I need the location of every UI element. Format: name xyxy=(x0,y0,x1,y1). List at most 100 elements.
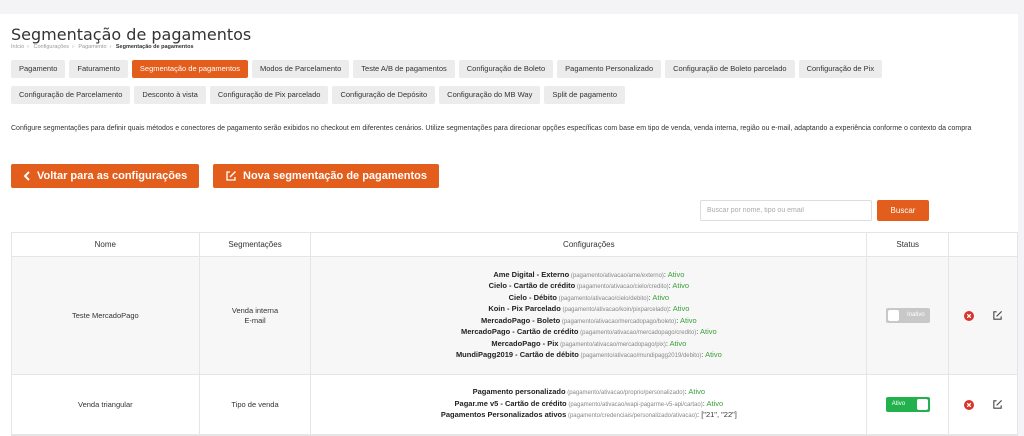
configuration-name: Ame Digital - Externo xyxy=(493,269,570,279)
configuration-name: Pagar.me v5 - Cartão de crédito xyxy=(454,398,567,408)
edit-icon[interactable] xyxy=(992,399,1003,410)
configuration-name: MercadoPago - Boleto xyxy=(480,315,561,325)
segmentation-table: Nome Segmentações Configurações Status T… xyxy=(11,232,1018,436)
configuration-line: Ame Digital - Externo (pagamento/ativaca… xyxy=(493,270,684,282)
search-input[interactable] xyxy=(700,200,872,221)
row-configurations: Pagamento personalizado (pagamento/ativa… xyxy=(311,375,868,434)
breadcrumb-item[interactable]: Início xyxy=(11,44,24,50)
header-actions xyxy=(949,233,1017,256)
configuration-name: Cielo - Débito xyxy=(508,292,557,302)
tab-configuracao-de-pix[interactable]: Configuração de Pix xyxy=(798,60,883,78)
configuration-status: Ativo xyxy=(688,387,706,397)
back-to-settings-label: Voltar para as configurações xyxy=(37,170,188,182)
segmentation-item: E-mail xyxy=(244,315,266,325)
edit-icon[interactable] xyxy=(992,310,1003,321)
breadcrumb-item[interactable]: Configurações xyxy=(34,44,69,50)
tab-faturamento[interactable]: Faturamento xyxy=(69,60,128,78)
configuration-path: (pagamento/ativacao/mercadopago/pix) xyxy=(558,341,666,348)
configuration-status: Ativo xyxy=(652,292,670,302)
configuration-status: Ativo xyxy=(705,350,722,359)
configuration-line: Pagar.me v5 - Cartão de crédito (pagamen… xyxy=(455,399,724,411)
page-description: Configure segmentações para definir quai… xyxy=(11,125,972,132)
breadcrumb-item[interactable]: Pagamento xyxy=(78,44,106,50)
tab-pagamento[interactable]: Pagamento xyxy=(11,60,66,78)
configuration-line: Cielo - Débito (pagamento/ativacao/cielo… xyxy=(509,293,670,305)
configuration-line: MercadoPago - Boleto (pagamento/ativacao… xyxy=(481,316,697,328)
row-segmentations: Tipo de venda xyxy=(200,375,312,434)
configuration-name: Pagamentos Personalizados ativos xyxy=(440,410,567,420)
row-name: Venda triangular xyxy=(12,375,200,434)
configuration-path: (pagamento/ativacao/mercadopago/boleto) xyxy=(560,318,677,325)
configuration-status: Ativo xyxy=(672,304,690,313)
table-body: Teste MercadoPago Venda interna E-mail Ame … xyxy=(12,257,1017,435)
row-segmentations: Venda interna E-mail xyxy=(200,257,312,374)
tab-configuracao-de-deposito[interactable]: Configuração de Depósito xyxy=(332,86,436,104)
configuration-name: Pagamento personalizado xyxy=(472,387,566,397)
edit-square-icon xyxy=(225,170,237,182)
breadcrumb-current: Segmentação de pagamentos xyxy=(115,44,194,50)
tab-configuracao-de-boleto-parcelado[interactable]: Configuração de Boleto parcelado xyxy=(665,60,795,78)
status-toggle[interactable]: Ativo xyxy=(885,397,930,412)
header-segmentacoes: Segmentações xyxy=(200,233,312,256)
tab-configuracao-de-parcelamento[interactable]: Configuração de Parcelamento xyxy=(11,86,131,104)
status-toggle[interactable]: Inativo xyxy=(885,308,930,323)
configuration-status: Ativo xyxy=(700,327,717,336)
breadcrumb: Início › Configurações › Pagamento › Segmen… xyxy=(11,44,194,50)
configuration-line: Pagamento personalizado (pagamento/ativa… xyxy=(473,387,705,399)
back-to-settings-button[interactable]: Voltar para as configurações xyxy=(11,164,200,188)
row-status: Inativo xyxy=(867,257,950,374)
configuration-path: (pagamento/ativacao/proprio/personalizad… xyxy=(565,390,685,397)
new-segmentation-button[interactable]: Nova segmentação de pagamentos xyxy=(213,164,440,188)
configuration-line: MercadoPago - Pix (pagamento/ativacao/me… xyxy=(491,339,686,351)
configuration-status: Ativo xyxy=(680,315,697,325)
header-configuracoes: Configurações xyxy=(311,233,868,256)
table-row: Venda triangular Tipo de venda Pagamento p… xyxy=(12,375,1017,435)
configuration-status: Ativo xyxy=(672,281,690,290)
configuration-name: MundiPagg2019 - Cartão de débito xyxy=(455,350,579,359)
row-configurations: Ame Digital - Externo (pagamento/ativaca… xyxy=(311,257,868,374)
row-name: Teste MercadoPago xyxy=(12,257,200,374)
segmentation-item: Venda interna xyxy=(231,305,279,315)
header-status: Status xyxy=(867,233,950,256)
table-header: Nome Segmentações Configurações Status xyxy=(12,233,1017,257)
toggle-knob xyxy=(916,399,928,410)
configuration-path: (pagamento/ativacao/wapi-pagarme-v5-api/… xyxy=(566,401,703,408)
configuration-name: Koin - Pix Parcelado xyxy=(488,304,561,313)
search-button[interactable]: Buscar xyxy=(877,200,929,221)
tab-configuracao-de-boleto[interactable]: Configuração de Boleto xyxy=(458,60,554,78)
configuration-path: (pagamento/ativacao/koin/pixparcelado) xyxy=(560,307,669,313)
tab-pagamento-personalizado[interactable]: Pagamento Personalizado xyxy=(557,60,662,78)
configuration-path: (pagamento/ativacao/mundipagg2019/debito… xyxy=(578,353,702,359)
status-toggle-label: Ativo xyxy=(891,401,906,407)
delete-icon[interactable] xyxy=(963,399,974,410)
configuration-value: ["21", "22"] xyxy=(701,410,737,420)
tab-modos-de-parcelamento[interactable]: Modos de Parcelamento xyxy=(251,60,350,78)
configuration-path: (pagamento/ativacao/ame/externo) xyxy=(569,272,664,279)
configuration-name: MercadoPago - Cartão de crédito xyxy=(460,327,579,336)
header-nome: Nome xyxy=(12,233,200,256)
configuration-line: MundiPagg2019 - Cartão de débito (pagame… xyxy=(456,350,722,362)
tab-teste-a-b-de-pagamentos[interactable]: Teste A/B de pagamentos xyxy=(353,60,455,78)
configuration-line: Pagamentos Personalizados ativos (pagame… xyxy=(441,410,737,422)
configuration-line: Cielo - Cartão de crédito (pagamento/ati… xyxy=(489,281,690,293)
configuration-name: MercadoPago - Pix xyxy=(491,338,559,348)
table-row: Teste MercadoPago Venda interna E-mail Ame … xyxy=(12,257,1017,375)
tab-split-de-pagamento[interactable]: Split de pagamento xyxy=(544,86,625,104)
configuration-name: Cielo - Cartão de crédito xyxy=(488,281,576,290)
delete-icon[interactable] xyxy=(963,310,974,321)
tab-segmentacao-de-pagamentos[interactable]: Segmentação de pagamentos xyxy=(131,60,248,78)
row-status: Ativo xyxy=(867,375,950,434)
configuration-line: MercadoPago - Cartão de crédito (pagamen… xyxy=(461,327,717,339)
configuration-status: Ativo xyxy=(667,269,685,279)
tab-configuracao-de-pix-parcelado[interactable]: Configuração de Pix parcelado xyxy=(209,86,329,104)
status-toggle-label: Inativo xyxy=(907,312,925,318)
row-actions xyxy=(949,375,1017,434)
chevron-left-icon xyxy=(23,171,31,181)
tabs-row-2: Configuração de Parcelamento Desconto à v… xyxy=(11,86,625,104)
configuration-path: (pagamento/ativacao/cielo/credito) xyxy=(575,284,669,290)
configuration-line: Koin - Pix Parcelado (pagamento/ativacao… xyxy=(488,304,689,316)
tab-configuracao-do-mb-way[interactable]: Configuração do MB Way xyxy=(439,86,541,104)
configuration-path: (pagamento/ativacao/mercadopago/credito) xyxy=(578,330,697,336)
tab-desconto-a-vista[interactable]: Desconto à vista xyxy=(134,86,206,104)
configuration-path: (pagamento/credenciais/personalizado/ati… xyxy=(566,413,698,420)
